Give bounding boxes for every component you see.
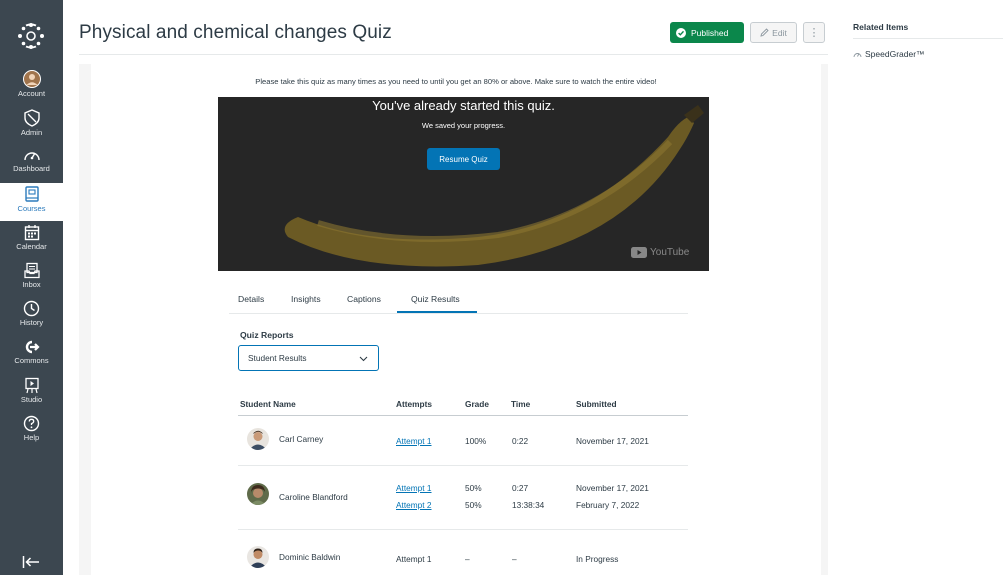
tab-quiz-results[interactable]: Quiz Results [411, 294, 460, 304]
nav-help-label: Help [23, 433, 40, 442]
related-divider [853, 38, 1003, 39]
check-circle-icon [676, 27, 686, 38]
published-button[interactable]: Published [670, 22, 744, 43]
more-options-button[interactable]: ⋮ [803, 22, 825, 43]
col-attempts: Attempts [396, 399, 432, 409]
attempt-label: Attempt 1 [396, 554, 432, 564]
account-avatar-icon [22, 70, 41, 88]
tabs-divider [229, 313, 688, 314]
col-student-name: Student Name [240, 399, 296, 409]
speedgrader-link[interactable]: SpeedGrader™ [853, 49, 925, 59]
video-overlay-title: You've already started this quiz. [372, 98, 555, 113]
quiz-instructions: Please take this quiz as many times as y… [255, 77, 657, 86]
table-header-divider [238, 415, 688, 416]
nav-help[interactable]: Help [0, 413, 63, 451]
content-card: Please take this quiz as many times as y… [79, 64, 828, 575]
tab-captions[interactable]: Captions [347, 294, 381, 304]
edit-button[interactable]: Edit [750, 22, 797, 43]
grade-value: 50% [465, 500, 482, 510]
attempt-link[interactable]: Attempt 1 [396, 483, 432, 493]
canvas-quiz-page: Account Admin Dashboard Courses Calendar… [0, 0, 1007, 575]
inbox-icon [23, 262, 40, 279]
calendar-icon [24, 225, 39, 241]
row-divider [238, 529, 688, 530]
student-name[interactable]: Caroline Blandford [279, 492, 348, 502]
help-question-icon [23, 415, 40, 432]
quiz-reports-select[interactable]: Student Results [238, 345, 379, 371]
nav-inbox[interactable]: Inbox [0, 260, 63, 298]
col-submitted: Submitted [576, 399, 617, 409]
canvas-logo-icon[interactable] [17, 22, 45, 50]
time-value: 0:27 [512, 483, 529, 493]
submitted-value: February 7, 2022 [576, 500, 640, 510]
grade-value: 50% [465, 483, 482, 493]
time-value: 13:38:34 [512, 500, 545, 510]
published-label: Published [691, 27, 729, 38]
nav-commons-label: Commons [14, 356, 49, 365]
content-panel: Please take this quiz as many times as y… [91, 64, 821, 575]
nav-history[interactable]: History [0, 298, 63, 336]
page-title: Physical and chemical changes Quiz [79, 22, 392, 43]
nav-calendar-label: Calendar [16, 242, 47, 251]
tab-insights[interactable]: Insights [291, 294, 321, 304]
edit-label: Edit [772, 27, 787, 38]
global-nav: Account Admin Dashboard Courses Calendar… [0, 0, 63, 575]
courses-book-icon [24, 186, 39, 202]
video-player[interactable]: You've already started this quiz. We sav… [218, 97, 709, 271]
youtube-play-icon [631, 247, 647, 258]
submitted-value: November 17, 2021 [576, 483, 649, 493]
video-overlay-subtitle: We saved your progress. [421, 121, 506, 130]
pencil-icon [760, 28, 769, 37]
avatar [247, 546, 269, 568]
youtube-watermark[interactable]: YouTube [631, 247, 689, 258]
time-value: 0:22 [512, 436, 529, 446]
nav-account[interactable]: Account [0, 68, 63, 106]
chevron-down-icon [359, 356, 368, 362]
studio-icon [24, 377, 39, 394]
student-name[interactable]: Dominic Baldwin [279, 552, 340, 562]
avatar [247, 483, 269, 505]
clock-icon [23, 300, 40, 317]
quiz-reports-selected: Student Results [248, 353, 307, 363]
nav-admin[interactable]: Admin [0, 107, 63, 145]
speedgrader-icon [853, 53, 862, 58]
dashboard-gauge-icon [23, 152, 40, 161]
active-tab-indicator [397, 311, 477, 313]
grade-value: 100% [465, 436, 487, 446]
row-divider [238, 465, 688, 466]
student-name[interactable]: Carl Carney [279, 434, 323, 444]
commons-arrow-icon [25, 340, 40, 354]
nav-dashboard-label: Dashboard [13, 164, 50, 173]
header-divider [79, 54, 828, 55]
youtube-label: YouTube [650, 247, 690, 258]
nav-dashboard[interactable]: Dashboard [0, 145, 63, 183]
nav-commons[interactable]: Commons [0, 337, 63, 375]
nav-courses-label: Courses [17, 204, 46, 213]
attempt-link[interactable]: Attempt 1 [396, 436, 432, 446]
col-time: Time [511, 399, 531, 409]
related-items-title: Related Items [853, 22, 909, 32]
nav-calendar[interactable]: Calendar [0, 222, 63, 260]
quiz-reports-label: Quiz Reports [240, 330, 294, 340]
speedgrader-label: SpeedGrader™ [865, 49, 925, 59]
tab-details[interactable]: Details [238, 294, 264, 304]
col-grade: Grade [465, 399, 489, 409]
nav-studio-label: Studio [20, 395, 43, 404]
nav-courses[interactable]: Courses [0, 183, 63, 221]
grade-value: – [465, 554, 470, 564]
nav-inbox-label: Inbox [22, 280, 41, 289]
resume-quiz-button[interactable]: Resume Quiz [427, 148, 500, 170]
submitted-value: November 17, 2021 [576, 436, 649, 446]
nav-account-label: Account [17, 89, 46, 98]
nav-admin-label: Admin [20, 128, 43, 137]
submitted-value: In Progress [576, 554, 619, 564]
time-value: – [512, 554, 517, 564]
nav-studio[interactable]: Studio [0, 375, 63, 413]
shield-icon [23, 109, 40, 127]
kebab-icon: ⋮ [808, 27, 820, 39]
collapse-nav-icon[interactable] [22, 555, 40, 569]
attempt-link[interactable]: Attempt 2 [396, 500, 432, 510]
nav-history-label: History [19, 318, 44, 327]
avatar [247, 428, 269, 450]
